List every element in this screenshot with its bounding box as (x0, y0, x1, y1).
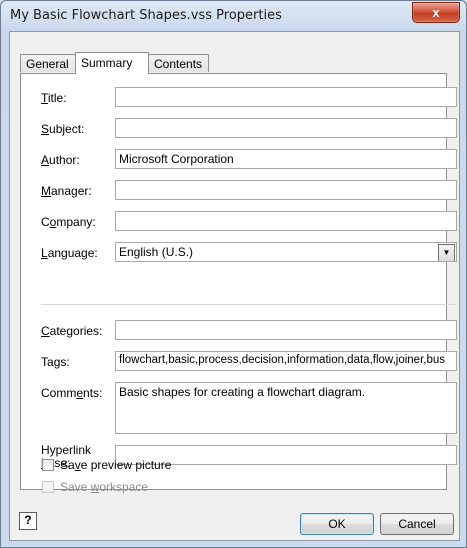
title-field[interactable] (115, 87, 457, 107)
tab-summary[interactable]: Summary (75, 52, 149, 74)
categories-label: Categories: (41, 324, 103, 338)
language-label: Language: (41, 246, 98, 260)
separator (41, 304, 457, 305)
ok-button[interactable]: OK (300, 513, 374, 535)
close-button[interactable]: x (412, 2, 460, 23)
tags-label: Tags: (41, 355, 70, 369)
manager-label: Manager: (41, 184, 92, 198)
subject-label: Subject: (41, 122, 85, 136)
summary-panel: Title: Subject: Author: Microsoft Corpor… (20, 73, 457, 490)
window-title: My Basic Flowchart Shapes.vss Properties (10, 8, 282, 23)
tab-contents-label: Contents (154, 57, 203, 71)
company-label: Company: (41, 215, 96, 229)
title-label: Title: (41, 91, 67, 105)
help-icon: ? (24, 513, 32, 527)
language-select[interactable]: English (U.S.) ▼ (115, 242, 457, 262)
author-label: Author: (41, 153, 80, 167)
comments-field[interactable]: Basic shapes for creating a flowchart di… (115, 382, 457, 434)
categories-field[interactable] (115, 320, 457, 340)
tab-general[interactable]: General (20, 54, 76, 72)
dialog-body: General Summary Contents Title: Subject:… (9, 31, 460, 541)
tab-general-label: General (26, 57, 69, 71)
cancel-button[interactable]: Cancel (380, 513, 454, 535)
language-value: English (U.S.) (119, 245, 194, 259)
save-preview-checkbox[interactable] (42, 459, 54, 471)
tags-field[interactable]: flowchart,basic,process,decision,informa… (115, 351, 457, 371)
properties-dialog: My Basic Flowchart Shapes.vss Properties… (0, 0, 467, 548)
subject-field[interactable] (115, 118, 457, 138)
tab-summary-label: Summary (81, 56, 133, 70)
help-button[interactable]: ? (19, 512, 37, 530)
tab-contents[interactable]: Contents (148, 54, 209, 72)
company-field[interactable] (115, 211, 457, 231)
dropdown-arrow-icon[interactable]: ▼ (438, 244, 455, 261)
author-field[interactable]: Microsoft Corporation (115, 149, 457, 169)
button-bar: ? OK Cancel (10, 490, 459, 540)
save-preview-label[interactable]: Save preview picture (60, 458, 171, 472)
comments-label: Comments: (41, 386, 103, 400)
close-icon: x (432, 5, 440, 20)
manager-field[interactable] (115, 180, 457, 200)
title-bar[interactable]: My Basic Flowchart Shapes.vss Properties… (1, 1, 466, 31)
